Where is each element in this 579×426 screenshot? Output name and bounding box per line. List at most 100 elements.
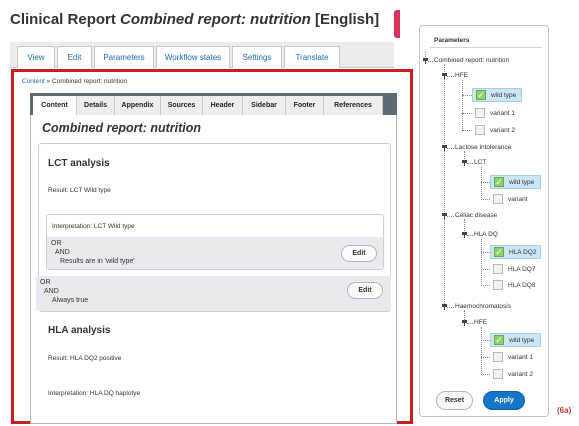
- checkbox-icon: [493, 369, 503, 379]
- param-option-hla-dq2[interactable]: ✓ HLA DQ2: [490, 245, 541, 259]
- tree-connector: [447, 148, 454, 149]
- tree-subgroup-hfe[interactable]: HFE: [474, 319, 487, 326]
- tree-connector: [481, 285, 490, 286]
- tab-translate[interactable]: Translate: [284, 46, 340, 68]
- param-option-haemo-variant-1[interactable]: variant 1: [490, 350, 541, 364]
- tree-connector: [481, 327, 482, 375]
- tree-connector: [467, 235, 473, 236]
- tree-connector: [467, 163, 473, 164]
- checkbox-icon: [493, 194, 503, 204]
- tab-header[interactable]: Header: [203, 96, 243, 115]
- apply-button[interactable]: Apply: [483, 391, 525, 410]
- side-decoration: [394, 10, 400, 38]
- divider: [430, 47, 542, 48]
- param-option-hla-dq7[interactable]: HLA DQ7: [490, 262, 541, 276]
- breadcrumb-separator: »: [44, 78, 53, 85]
- tab-view[interactable]: View: [17, 46, 55, 68]
- tree-subgroup-lct[interactable]: LCT: [474, 159, 486, 166]
- tree-connector: [467, 323, 473, 324]
- tab-details[interactable]: Details: [77, 96, 115, 115]
- tree-root-label: Combined report: nutrition: [434, 57, 510, 64]
- tree-connector: [428, 61, 433, 62]
- tree-subgroup-hla-dq[interactable]: HLA DQ: [474, 231, 498, 238]
- page-title-prefix: Clinical Report: [10, 11, 121, 28]
- option-label: variant 1: [490, 109, 515, 117]
- tab-references[interactable]: References: [324, 96, 383, 115]
- tab-edit[interactable]: Edit: [57, 46, 92, 68]
- param-option-lct-variant[interactable]: variant: [490, 192, 541, 206]
- lct-result: Result: LCT Wild type: [48, 187, 111, 194]
- param-option-hfe-wild-type[interactable]: ✓ wild type: [472, 88, 522, 102]
- tree-connector: [481, 269, 490, 270]
- checkbox-icon: [493, 352, 503, 362]
- tree-connector: [462, 130, 472, 131]
- tab-appendix[interactable]: Appendix: [115, 96, 161, 115]
- tree-group-lactose-intolerance[interactable]: Lactose intolerance: [455, 144, 511, 151]
- tree-connector: [481, 374, 490, 375]
- option-label: variant 2: [490, 126, 515, 134]
- tree-connector: [462, 95, 472, 96]
- tree-connector: [447, 307, 454, 308]
- condition-operator-and: AND: [44, 288, 59, 295]
- tree-connector: [444, 64, 445, 308]
- param-option-haemo-variant-2[interactable]: variant 2: [490, 367, 541, 381]
- parameters-heading: Parameters: [434, 37, 470, 44]
- option-label: HLA DQ2: [509, 248, 537, 256]
- option-label: wild type: [509, 178, 535, 186]
- tab-workflow-states[interactable]: Workflow states: [156, 46, 230, 68]
- breadcrumb-link-content[interactable]: Content: [22, 78, 45, 85]
- tab-footer[interactable]: Footer: [286, 96, 324, 115]
- checkbox-icon: [493, 264, 503, 274]
- tree-connector: [481, 340, 490, 341]
- tree-connector: [462, 113, 472, 114]
- tab-sources[interactable]: Sources: [161, 96, 203, 115]
- lct-condition-2: [36, 276, 391, 311]
- tab-content[interactable]: Content: [33, 96, 77, 115]
- reset-button[interactable]: Reset: [436, 391, 473, 410]
- param-option-lct-wild-type[interactable]: ✓ wild type: [490, 175, 541, 189]
- lct-interpretation: Interpretation: LCT Wild type: [52, 223, 135, 230]
- tree-group-haemochromatosis[interactable]: Haemochromatosis: [455, 303, 511, 310]
- tab-parameters[interactable]: Parameters: [94, 46, 154, 68]
- param-option-haemo-wild-type[interactable]: ✓ wild type: [490, 333, 541, 347]
- tree-connector: [447, 76, 454, 77]
- option-label: variant 1: [508, 353, 533, 361]
- primary-tabs: View Edit Parameters Workflow states Set…: [10, 42, 394, 68]
- tree-group-hfe[interactable]: HFE: [455, 72, 468, 79]
- checkbox-icon: [493, 280, 503, 290]
- condition-text: Results are in 'wild type': [60, 258, 135, 265]
- param-option-hfe-variant-2[interactable]: variant 2: [472, 123, 522, 137]
- lct-section-title: LCT analysis: [48, 158, 110, 169]
- page-title-suffix: [English]: [310, 11, 380, 28]
- page-title-italic: Combined report: nutrition: [120, 11, 311, 28]
- tree-connector: [481, 252, 490, 253]
- tab-sidebar[interactable]: Sidebar: [243, 96, 286, 115]
- param-option-hfe-variant-1[interactable]: variant 1: [472, 106, 522, 120]
- option-label: HLA DQ8: [508, 281, 536, 289]
- report-title: Combined report: nutrition: [42, 121, 202, 135]
- checkbox-icon: [475, 125, 485, 135]
- secondary-tabs: Content Details Appendix Sources Header …: [30, 93, 397, 115]
- edit-condition-button[interactable]: Edit: [347, 282, 383, 299]
- tree-group-celiac-disease[interactable]: Celiac disease: [455, 212, 497, 219]
- tree-connector: [447, 216, 454, 217]
- tree-connector: [481, 199, 490, 200]
- option-label: HLA DQ7: [508, 265, 536, 273]
- tree-connector: [481, 182, 490, 183]
- condition-operator-and: AND: [55, 249, 70, 256]
- tree-connector: [481, 357, 490, 358]
- checkbox-checked-icon: ✓: [476, 90, 486, 100]
- tree-connector: [481, 167, 482, 200]
- hla-section-title: HLA analysis: [48, 325, 111, 336]
- option-label: variant 2: [508, 370, 533, 378]
- option-label: wild type: [491, 91, 517, 99]
- condition-operator-or: OR: [51, 240, 62, 247]
- param-option-hla-dq8[interactable]: HLA DQ8: [490, 278, 541, 292]
- edit-condition-button[interactable]: Edit: [341, 245, 377, 262]
- checkbox-checked-icon: ✓: [494, 177, 504, 187]
- breadcrumb: Content » Combined report: nutrition: [22, 78, 127, 85]
- condition-text: Always true: [52, 297, 89, 304]
- breadcrumb-current: Combined report: nutrition: [52, 78, 128, 85]
- checkbox-checked-icon: ✓: [494, 335, 504, 345]
- tab-settings[interactable]: Settings: [232, 46, 282, 68]
